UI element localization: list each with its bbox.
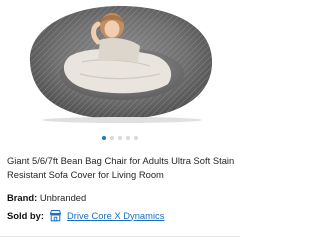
carousel-dot-5[interactable] xyxy=(134,136,138,140)
bean-bag-illustration xyxy=(29,6,213,123)
brand-label: Brand: xyxy=(7,192,38,203)
carousel-dot-4[interactable] xyxy=(126,136,130,140)
carousel-dot-2[interactable] xyxy=(110,136,114,140)
carousel-dot-3[interactable] xyxy=(118,136,122,140)
product-title: Giant 5/6/7ft Bean Bag Chair for Adults … xyxy=(7,155,235,180)
seller-row: Sold by: Drive Core X Dynamics xyxy=(7,207,164,223)
carousel-dot-1[interactable] xyxy=(102,136,106,140)
brand-row: Brand: Unbranded xyxy=(7,191,86,204)
product-image[interactable] xyxy=(0,0,240,124)
seller-link[interactable]: Drive Core X Dynamics xyxy=(67,210,164,221)
divider xyxy=(0,236,240,237)
brand-value: Unbranded xyxy=(39,192,87,203)
image-carousel-dots[interactable] xyxy=(0,136,240,144)
seller-label: Sold by: xyxy=(7,209,44,221)
store-icon xyxy=(49,209,62,222)
